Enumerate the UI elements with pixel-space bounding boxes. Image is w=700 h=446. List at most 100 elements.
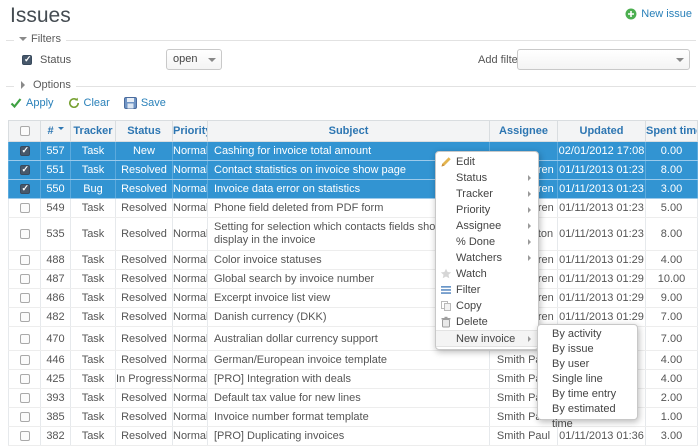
row-checkbox[interactable]	[20, 184, 30, 194]
star-icon	[440, 268, 452, 280]
status-cell: Resolved	[116, 218, 173, 251]
row-checkbox[interactable]	[20, 274, 30, 284]
column-header-spent-time[interactable]: Spent time	[646, 121, 698, 142]
tracker-cell: Task	[71, 251, 116, 270]
issue-row-549[interactable]: 549TaskResolvedNormalPhone field deleted…	[9, 199, 698, 218]
issue-row-551[interactable]: 551TaskResolvedNormalContact statistics …	[9, 161, 698, 180]
spent-cell: 7.00	[646, 327, 698, 351]
id-cell[interactable]: 385	[41, 408, 71, 427]
menu-item-label: Watch	[456, 268, 487, 280]
row-checkbox[interactable]	[20, 312, 30, 322]
id-cell[interactable]: 470	[41, 327, 71, 351]
subject-cell[interactable]: Default tax value for new lines	[208, 389, 490, 408]
row-checkbox[interactable]	[20, 374, 30, 384]
id-cell[interactable]: 425	[41, 370, 71, 389]
context-menu-item-done[interactable]: % Done	[436, 234, 538, 250]
filters-legend[interactable]: Filters	[14, 33, 66, 45]
row-checkbox[interactable]	[20, 203, 30, 213]
updated-cell: 01/11/2013 01:23	[558, 161, 646, 180]
row-checkbox[interactable]	[20, 393, 30, 403]
subject-cell[interactable]: German/European invoice template	[208, 351, 490, 370]
column-header-tracker[interactable]: Tracker	[71, 121, 116, 142]
column-header-assignee[interactable]: Assignee	[490, 121, 558, 142]
spent-cell: 3.00	[646, 427, 698, 446]
options-legend[interactable]: Options	[14, 79, 76, 91]
subject-cell[interactable]: Invoice number format template	[208, 408, 490, 427]
id-cell[interactable]: 482	[41, 308, 71, 327]
issue-row-535[interactable]: 535TaskResolvedNormalSetting for selecti…	[9, 218, 698, 251]
issue-row-488[interactable]: 488TaskResolvedNormalColor invoice statu…	[9, 251, 698, 270]
context-menu-item-status[interactable]: Status	[436, 170, 538, 186]
status-filter-checkbox[interactable]	[22, 55, 32, 65]
context-menu-item-watchers[interactable]: Watchers	[436, 250, 538, 266]
issue-row-550[interactable]: 550BugResolvedNormalInvoice data error o…	[9, 180, 698, 199]
issue-row-557[interactable]: 557TaskNewNormalCashing for invoice tota…	[9, 142, 698, 161]
context-menu-item-delete[interactable]: Delete	[436, 314, 538, 330]
status-cell: Resolved	[116, 351, 173, 370]
clear-button[interactable]: Clear	[68, 97, 110, 109]
tracker-cell: Task	[71, 270, 116, 289]
row-checkbox[interactable]	[20, 165, 30, 175]
column-header-status[interactable]: Status	[116, 121, 173, 142]
context-menu-item-filter[interactable]: Filter	[436, 282, 538, 298]
toolbar: Apply Clear Save	[10, 97, 166, 109]
status-operator-select[interactable]: open	[166, 49, 222, 70]
id-cell[interactable]: 549	[41, 199, 71, 218]
submenu-item-by-user[interactable]: By user	[538, 357, 637, 372]
column-header-subject[interactable]: Subject	[208, 121, 490, 142]
issue-row-487[interactable]: 487TaskResolvedNormalGlobal search by in…	[9, 270, 698, 289]
id-cell[interactable]: 446	[41, 351, 71, 370]
column-header-updated[interactable]: Updated	[558, 121, 646, 142]
pencil-icon	[440, 156, 452, 168]
new-issue-button[interactable]: New issue	[625, 8, 692, 20]
submenu-item-by-activity[interactable]: By activity	[538, 327, 637, 342]
context-menu-item-copy[interactable]: Copy	[436, 298, 538, 314]
save-button[interactable]: Save	[124, 97, 166, 109]
select-all-checkbox[interactable]	[20, 126, 30, 136]
submenu-item-by-issue[interactable]: By issue	[538, 342, 637, 357]
id-cell[interactable]: 382	[41, 427, 71, 446]
subject-cell[interactable]: [PRO] Duplicating invoices	[208, 427, 490, 446]
spent-cell: 4.00	[646, 370, 698, 389]
id-cell[interactable]: 488	[41, 251, 71, 270]
submenu-item-by-time-entry[interactable]: By time entry	[538, 387, 637, 402]
collapse-arrow-icon	[19, 37, 27, 45]
subject-cell[interactable]: [PRO] Integration with deals	[208, 370, 490, 389]
id-cell[interactable]: 486	[41, 289, 71, 308]
submenu-item-single-line[interactable]: Single line	[538, 372, 637, 387]
id-cell[interactable]: 393	[41, 389, 71, 408]
issue-row-486[interactable]: 486TaskResolvedNormalExcerpt invoice lis…	[9, 289, 698, 308]
context-menu-item-priority[interactable]: Priority	[436, 202, 538, 218]
issue-row-382[interactable]: 382TaskResolvedNormal[PRO] Duplicating i…	[9, 427, 698, 446]
id-cell[interactable]: 535	[41, 218, 71, 251]
id-cell[interactable]: 487	[41, 270, 71, 289]
row-checkbox[interactable]	[20, 293, 30, 303]
row-checkbox[interactable]	[20, 146, 30, 156]
row-checkbox[interactable]	[20, 334, 30, 344]
updated-cell: 01/11/2013 01:29	[558, 289, 646, 308]
context-menu-item-edit[interactable]: Edit	[436, 154, 538, 170]
tracker-cell: Task	[71, 142, 116, 161]
row-checkbox[interactable]	[20, 412, 30, 422]
row-checkbox[interactable]	[20, 431, 30, 441]
context-menu-item-watch[interactable]: Watch	[436, 266, 538, 282]
context-menu-item-assignee[interactable]: Assignee	[436, 218, 538, 234]
id-cell[interactable]: 557	[41, 142, 71, 161]
spent-cell: 7.00	[646, 308, 698, 327]
context-menu-item-tracker[interactable]: Tracker	[436, 186, 538, 202]
column-header-[interactable]: #	[41, 121, 71, 142]
id-cell[interactable]: 550	[41, 180, 71, 199]
updated-cell: 02/01/2012 17:08	[558, 142, 646, 161]
row-checkbox-cell	[9, 180, 41, 199]
filters-legend-label: Filters	[31, 33, 61, 45]
add-filter-select[interactable]	[517, 49, 690, 70]
trash-icon	[440, 316, 452, 328]
id-cell[interactable]: 551	[41, 161, 71, 180]
context-menu-item-new-invoice[interactable]: New invoice	[436, 330, 538, 347]
row-checkbox[interactable]	[20, 229, 30, 239]
row-checkbox[interactable]	[20, 355, 30, 365]
apply-button[interactable]: Apply	[10, 97, 54, 109]
column-header-priority[interactable]: Priority	[173, 121, 208, 142]
row-checkbox[interactable]	[20, 255, 30, 265]
submenu-item-by-estimated-time[interactable]: By estimated time	[538, 402, 637, 417]
